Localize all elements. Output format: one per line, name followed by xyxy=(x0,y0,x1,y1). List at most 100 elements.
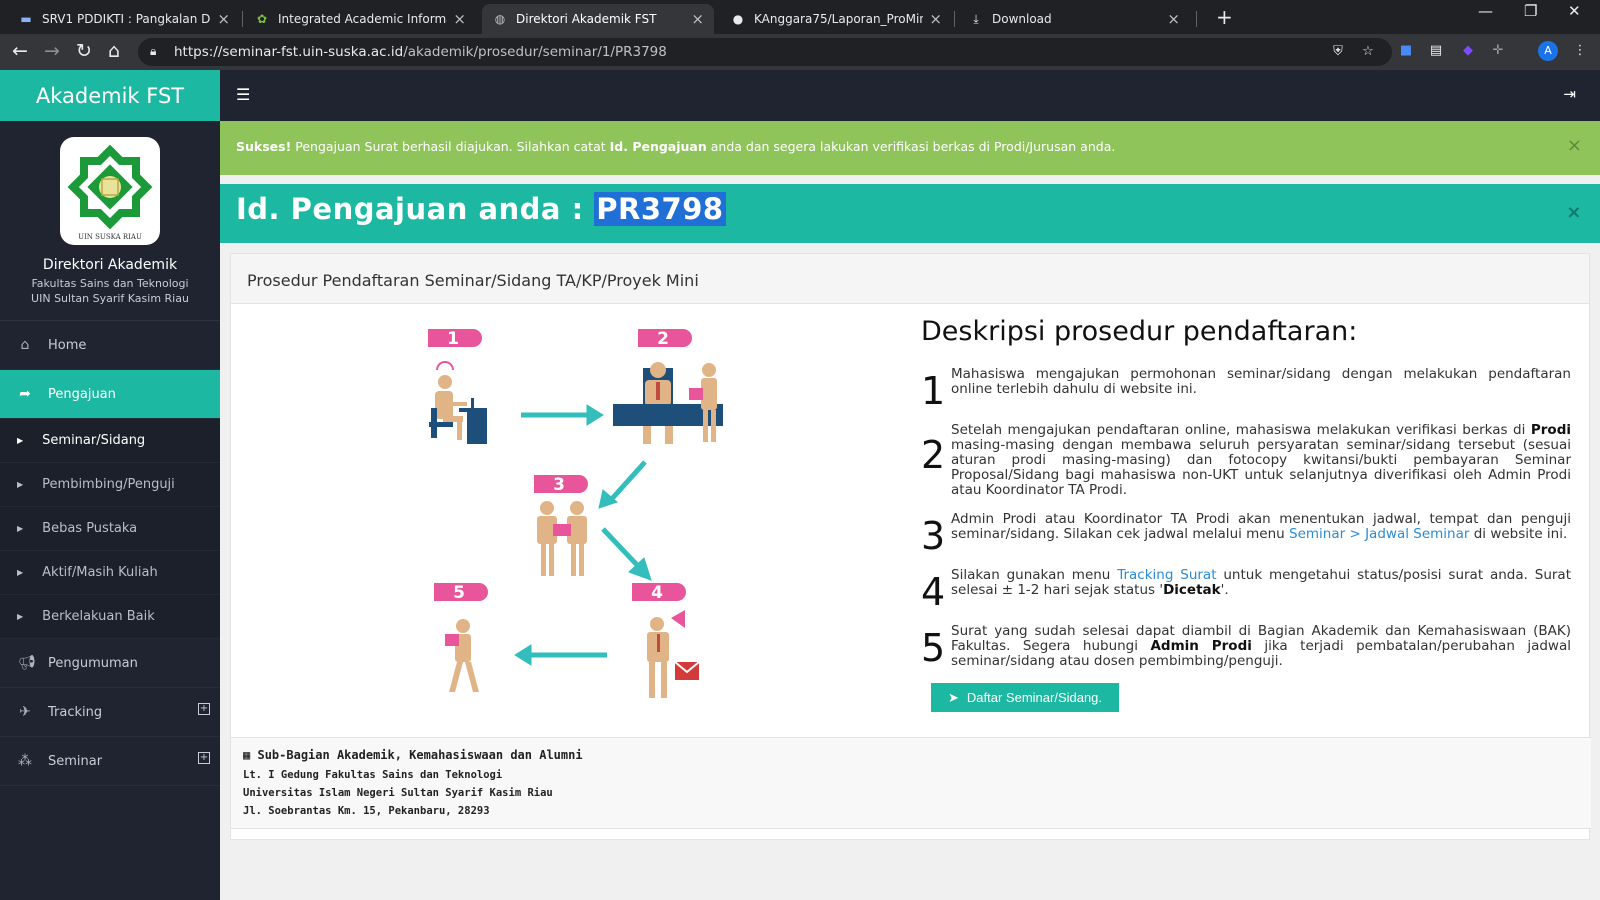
caret-right-icon: ▶ xyxy=(17,612,24,621)
tab-download[interactable]: ⤓ Download × xyxy=(958,4,1190,34)
top-navbar: ☰ ⇥ xyxy=(220,70,1600,121)
svg-text:2: 2 xyxy=(657,329,669,349)
profile-subtitle: Fakultas Sains dan Teknologi UIN Sultan … xyxy=(31,277,189,305)
browser-toolbar: ← → ↻ ⌂ 🔒︎ https://seminar-fst.uin-suska… xyxy=(0,34,1600,70)
home-icon[interactable]: ⌂ xyxy=(108,40,120,62)
sidebar-item-seminar[interactable]: ⁂ Seminar + xyxy=(0,737,220,786)
procedure-illustration: 1 2 3 4 5 xyxy=(426,327,723,698)
profile-title: Direktori Akademik xyxy=(42,257,178,273)
minimize-icon[interactable]: — xyxy=(1478,2,1493,20)
extension-diamond-icon[interactable]: ◆ xyxy=(1460,43,1476,59)
step-badge-5: 5 xyxy=(432,581,490,603)
discussion-people-icon xyxy=(537,501,587,576)
officer-desk-icon xyxy=(613,362,723,444)
building-icon: ▦ xyxy=(243,748,251,762)
close-tab-icon[interactable]: × xyxy=(929,10,942,28)
sidebar-subitem-pembimbing-penguji[interactable]: ▶ Pembimbing/Penguji xyxy=(0,463,220,507)
globe-icon: ◍ xyxy=(494,12,506,26)
profile-avatar-icon[interactable]: A xyxy=(1538,41,1558,61)
tab-github[interactable]: ● KAnggara75/Laporan_ProMin_KA × xyxy=(720,4,952,34)
share-arrow-icon: ➦ xyxy=(19,386,31,402)
expand-plus-icon[interactable]: + xyxy=(198,752,210,764)
sidebar-toggle-icon[interactable]: ☰ xyxy=(236,85,250,104)
close-tab-icon[interactable]: × xyxy=(217,10,230,28)
id-pengajuan-banner: Id. Pengajuan anda : PR3798 × xyxy=(220,184,1600,243)
sidebar: Akademik FST UIN SUSKA RIAU Direktori Ak… xyxy=(0,70,220,900)
logout-icon[interactable]: ⇥ xyxy=(1563,85,1576,103)
id-pengajuan-value[interactable]: PR3798 xyxy=(594,192,726,226)
prosedur-panel: Prosedur Pendaftaran Seminar/Sidang TA/K… xyxy=(230,253,1591,840)
url-text: https://seminar-fst.uin-suska.ac.id/akad… xyxy=(174,44,667,60)
procedure-step-5: 5 Surat yang sudah selesai dapat diambil… xyxy=(921,623,1571,670)
browser-tab-bar: ▬ SRV1 PDDIKTI : Pangkalan Data Pe × ✿ I… xyxy=(0,0,1600,34)
sidebar-subitem-bebas-pustaka[interactable]: ▶ Bebas Pustaka xyxy=(0,507,220,551)
extension-cross-icon[interactable]: ✛ xyxy=(1490,43,1506,59)
caret-right-icon: ▶ xyxy=(17,568,24,577)
bookmark-star-icon[interactable]: ☆ xyxy=(1360,44,1376,60)
svg-text:1: 1 xyxy=(447,329,459,349)
close-banner-icon[interactable]: × xyxy=(1566,202,1582,223)
procedure-step-3: 3 Admin Prodi atau Koordinator TA Prodi … xyxy=(921,511,1571,558)
close-window-icon[interactable]: ✕ xyxy=(1568,2,1581,20)
new-tab-icon[interactable]: + xyxy=(1216,5,1233,29)
extension-note-icon[interactable]: ▤ xyxy=(1428,43,1444,59)
step-badge-1: 1 xyxy=(426,327,484,349)
expand-plus-icon[interactable]: + xyxy=(198,703,210,715)
plane-icon: ✈ xyxy=(19,704,31,720)
close-tab-icon[interactable]: × xyxy=(1167,10,1180,28)
sidebar-item-home[interactable]: ⌂ Home xyxy=(0,321,220,370)
github-icon: ● xyxy=(732,12,744,26)
sidebar-subitem-aktif-kuliah[interactable]: ▶ Aktif/Masih Kuliah xyxy=(0,551,220,595)
panel-footer-address: ▦ Sub-Bagian Akademik, Kemahasiswaan dan… xyxy=(231,737,1591,829)
sidebar-profile: UIN SUSKA RIAU Direktori Akademik Fakult… xyxy=(0,121,220,321)
tracking-surat-link[interactable]: Tracking Surat xyxy=(1117,567,1216,583)
svg-text:5: 5 xyxy=(453,583,465,603)
procedure-step-2: 2 Setelah mengajukan pendaftaran online,… xyxy=(921,422,1571,498)
close-alert-icon[interactable]: × xyxy=(1567,135,1582,156)
close-tab-icon[interactable]: × xyxy=(453,10,466,28)
person-walking-icon xyxy=(445,619,479,692)
announcer-megaphone-icon xyxy=(647,610,700,698)
jadwal-seminar-link[interactable]: Seminar > Jadwal Seminar xyxy=(1289,526,1469,542)
caret-right-icon: ▶ xyxy=(17,480,24,489)
sidebar-item-pengajuan[interactable]: ➦ Pengajuan xyxy=(0,370,220,419)
download-icon: ⤓ xyxy=(973,11,979,26)
menu-dots-icon[interactable]: ⋮ xyxy=(1572,43,1588,59)
student-computer-icon xyxy=(429,361,487,444)
pddikti-icon: ▬ xyxy=(20,12,32,26)
lock-icon: 🔒︎ xyxy=(150,44,157,58)
tab-pddikti[interactable]: ▬ SRV1 PDDIKTI : Pangkalan Data Pe × xyxy=(8,4,240,34)
extension-square-icon[interactable]: ■ xyxy=(1398,43,1414,59)
sidebar-item-tracking[interactable]: ✈ Tracking + xyxy=(0,688,220,737)
sidebar-subitem-berkelakuan-baik[interactable]: ▶ Berkelakuan Baik xyxy=(0,595,220,639)
close-tab-icon[interactable]: × xyxy=(691,10,704,28)
brand-title[interactable]: Akademik FST xyxy=(0,70,220,121)
step-badge-3: 3 xyxy=(532,473,590,495)
sidebar-subitem-seminar-sidang[interactable]: ▶ Seminar/Sidang xyxy=(0,419,220,463)
tab-direktori-akademik[interactable]: ◍ Direktori Akademik FST × xyxy=(482,4,714,34)
description-title: Deskripsi prosedur pendaftaran: xyxy=(921,316,1358,347)
bullhorn-icon: 📢︎ xyxy=(18,655,36,671)
caret-right-icon: ▶ xyxy=(17,436,24,445)
reload-icon[interactable]: ↻ xyxy=(76,40,92,62)
procedure-description: Deskripsi prosedur pendaftaran: 1 Mahasi… xyxy=(921,316,1571,712)
daftar-seminar-button[interactable]: ➤ Daftar Seminar/Sidang. xyxy=(931,683,1120,712)
svg-text:4: 4 xyxy=(651,583,663,603)
sidebar-item-pengumuman[interactable]: 📢︎ Pengumuman xyxy=(0,639,220,688)
back-icon[interactable]: ← xyxy=(12,40,28,62)
forward-icon[interactable]: → xyxy=(44,40,60,62)
home-icon: ⌂ xyxy=(20,337,30,353)
step-badge-4: 4 xyxy=(630,581,688,603)
shield-icon[interactable]: ⛨ xyxy=(1330,44,1346,60)
procedure-step-4: 4 Silakan gunakan menu Tracking Surat un… xyxy=(921,567,1571,614)
maximize-icon[interactable]: ❐ xyxy=(1524,2,1537,20)
uin-icon: ✿ xyxy=(256,12,268,26)
paper-plane-icon: ➤ xyxy=(948,689,959,705)
panel-heading: Prosedur Pendaftaran Seminar/Sidang TA/K… xyxy=(231,254,1589,304)
success-alert: Sukses! Pengajuan Surat berhasil diajuka… xyxy=(220,121,1600,175)
url-bar[interactable]: 🔒︎ https://seminar-fst.uin-suska.ac.id/a… xyxy=(138,38,1392,66)
caret-right-icon: ▶ xyxy=(17,524,24,533)
tab-integrated-academic[interactable]: ✿ Integrated Academic Information × xyxy=(244,4,476,34)
uin-logo: UIN SUSKA RIAU xyxy=(60,137,160,245)
cubes-icon: ⁂ xyxy=(18,753,32,769)
